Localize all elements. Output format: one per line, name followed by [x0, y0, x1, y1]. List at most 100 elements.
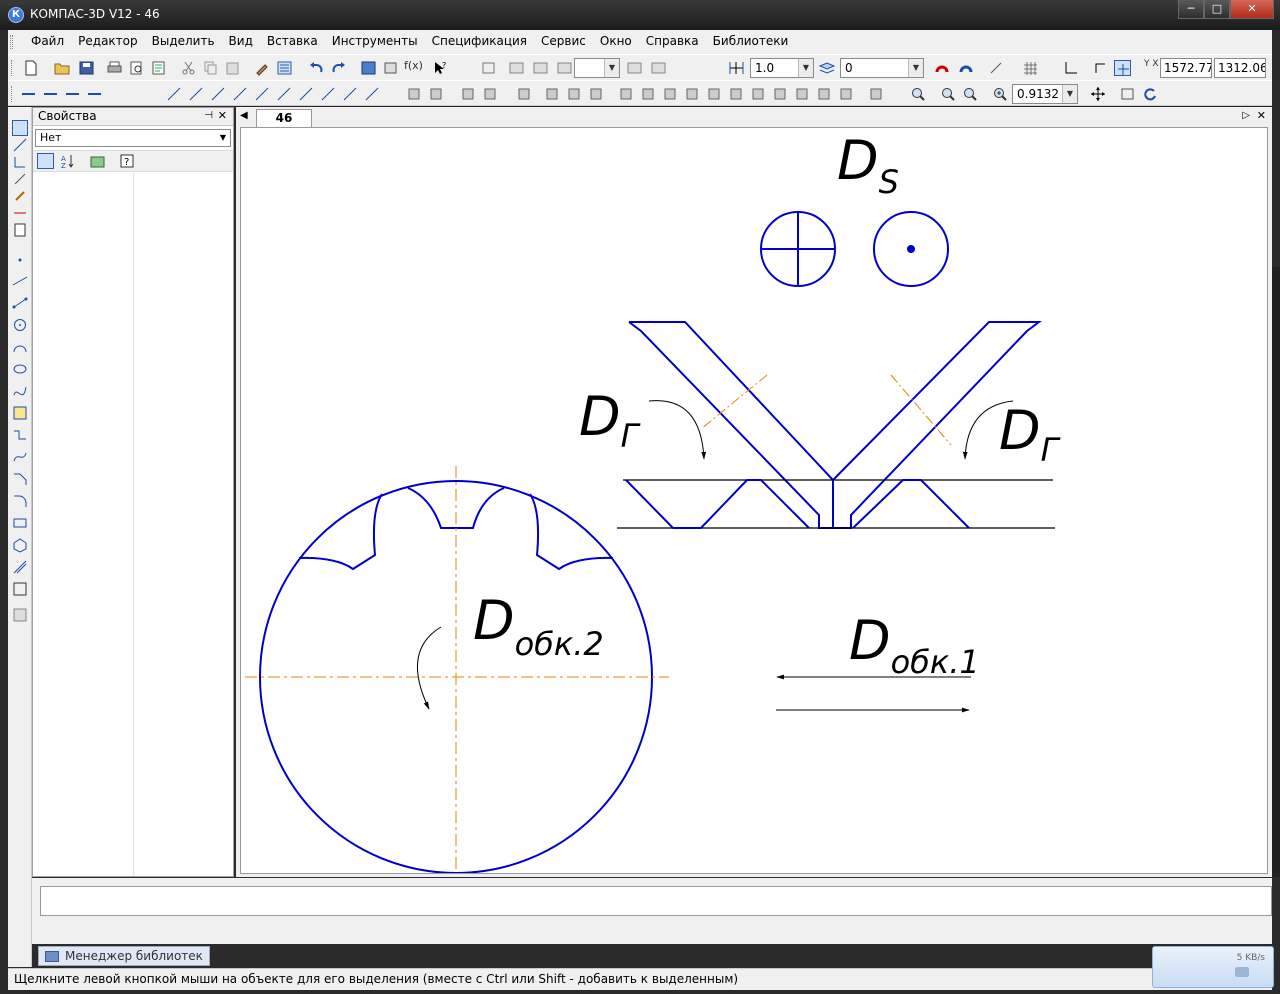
command-field[interactable] [40, 886, 1272, 916]
round-coordinates-icon[interactable] [1114, 60, 1131, 76]
parametrization-tool-icon[interactable] [12, 188, 28, 204]
properties-toggle-icon[interactable] [276, 60, 293, 76]
measure-tool-icon[interactable] [12, 205, 28, 221]
current-layer-combo[interactable]: 0 ▼ [840, 58, 924, 78]
hatch-icon[interactable] [12, 405, 28, 421]
edit-op-icon-20[interactable] [868, 86, 885, 102]
workpiece-profile[interactable] [625, 479, 970, 529]
polyline-icon[interactable] [12, 427, 28, 443]
edit-op-icon-14[interactable] [728, 86, 745, 102]
style-icon-1[interactable] [508, 60, 525, 76]
minimize-button[interactable]: ─ [1178, 0, 1204, 19]
style-icon-2[interactable] [532, 60, 549, 76]
zoom-out-icon[interactable] [962, 86, 979, 102]
ortho-icon[interactable] [988, 60, 1005, 76]
edit-op-icon-12[interactable] [684, 86, 701, 102]
edit-op-icon-18[interactable] [816, 86, 833, 102]
edit-op-icon-8[interactable] [588, 86, 605, 102]
zoom-combo[interactable]: 0.9132 ▼ [1012, 84, 1078, 104]
ds-tool-symbols[interactable] [760, 211, 949, 287]
geometry-line-style-icon-3[interactable] [64, 86, 81, 102]
edit-op-icon-7[interactable] [566, 86, 583, 102]
fillet-icon[interactable] [12, 493, 28, 509]
style-combo[interactable]: ▼ [574, 58, 620, 78]
redraw-icon[interactable] [1142, 86, 1159, 102]
auxiliary-line-icon[interactable] [12, 273, 28, 289]
object-properties-icon[interactable] [89, 153, 106, 169]
zoom-in-icon[interactable] [940, 86, 957, 102]
style-icon-4[interactable] [626, 60, 643, 76]
menu-insert[interactable]: Вставка [260, 34, 325, 48]
menu-specification[interactable]: Спецификация [425, 34, 534, 48]
bezier-icon[interactable] [12, 449, 28, 465]
segment-icon[interactable] [12, 295, 28, 311]
snap-point-icon-3[interactable] [210, 86, 227, 102]
edit-op-icon-2[interactable] [428, 86, 445, 102]
edit-op-icon-6[interactable] [544, 86, 561, 102]
close-document-icon[interactable]: ✕ [1257, 109, 1266, 122]
drawing-canvas[interactable]: DS DГ DГ Dобк.2 Dобк.1 [240, 127, 1268, 874]
zoom-window-icon[interactable] [910, 86, 927, 102]
copy-icon[interactable] [202, 60, 219, 76]
arc-icon[interactable] [12, 339, 28, 355]
designations-tool-icon[interactable] [12, 154, 28, 170]
refresh-view-icon[interactable] [1120, 86, 1137, 102]
select-tool-icon[interactable] [12, 222, 28, 238]
close-icon[interactable]: ✕ [218, 109, 227, 122]
polygon-icon[interactable] [12, 537, 28, 553]
style-icon-5[interactable] [650, 60, 667, 76]
snap-magnet-icon[interactable] [934, 60, 951, 76]
snap-point-icon-9[interactable] [342, 86, 359, 102]
point-icon[interactable] [12, 252, 28, 268]
local-cs-icon[interactable] [1062, 60, 1079, 76]
collection-icon[interactable] [12, 607, 28, 623]
snap-point-icon-4[interactable] [232, 86, 249, 102]
view-manager-icon[interactable] [382, 60, 399, 76]
menu-select[interactable]: Выделить [145, 34, 222, 48]
edit-op-icon-9[interactable] [618, 86, 635, 102]
menu-help[interactable]: Справка [639, 34, 706, 48]
edit-op-icon-19[interactable] [838, 86, 855, 102]
library-manager-tab[interactable]: Менеджер библиотек [38, 946, 210, 966]
layer-stack-icon[interactable] [818, 60, 836, 76]
edit-op-icon-10[interactable] [640, 86, 657, 102]
snap-point-icon-10[interactable] [364, 86, 381, 102]
geometry-line-style-icon-2[interactable] [42, 86, 59, 102]
snap-point-icon-1[interactable] [166, 86, 183, 102]
categorized-view-icon[interactable] [37, 153, 54, 169]
line-width-combo[interactable]: 1.0 ▼ [750, 58, 814, 78]
pin-icon[interactable]: ⊣ [204, 110, 213, 121]
snap-point-icon-5[interactable] [254, 86, 271, 102]
tab-scroll-right-icon[interactable]: ▷ [1242, 110, 1250, 121]
snap-point-icon-8[interactable] [320, 86, 337, 102]
chevron-down-icon[interactable]: ▼ [908, 59, 923, 77]
sort-alphabetical-icon[interactable]: AZ [59, 153, 76, 170]
edit-op-icon-11[interactable] [662, 86, 679, 102]
menubar-grip[interactable] [10, 35, 13, 49]
snap-point-icon-2[interactable] [188, 86, 205, 102]
menu-window[interactable]: Окно [593, 34, 639, 48]
edit-op-icon-15[interactable] [750, 86, 767, 102]
kompas-app-icon[interactable]: К [8, 7, 24, 23]
toolbar-grip[interactable] [11, 60, 14, 76]
chamfer-icon[interactable] [12, 471, 28, 487]
properties-doc-icon[interactable] [150, 60, 167, 76]
close-button[interactable]: ✕ [1230, 0, 1274, 19]
style-icon-3[interactable] [556, 60, 573, 76]
paste-icon[interactable] [224, 60, 241, 76]
edit-op-icon-5[interactable] [516, 86, 533, 102]
redo-icon[interactable] [330, 60, 347, 76]
dimensions-tool-icon[interactable] [12, 137, 28, 153]
format-brush-icon[interactable] [254, 60, 271, 76]
contour-icon[interactable] [12, 581, 28, 597]
edit-tool-icon[interactable] [12, 171, 28, 187]
workpiece-lines[interactable] [617, 479, 1055, 529]
geometry-tool-icon[interactable] [12, 120, 28, 136]
rectangle-icon[interactable] [12, 515, 28, 531]
cursor-y-field[interactable]: 1312.06 [1214, 58, 1266, 78]
save-icon[interactable] [78, 60, 95, 76]
menu-view[interactable]: Вид [222, 34, 260, 48]
circle-icon[interactable] [12, 317, 28, 333]
zoom-scale-icon[interactable] [992, 86, 1009, 102]
menu-tools[interactable]: Инструменты [325, 34, 425, 48]
